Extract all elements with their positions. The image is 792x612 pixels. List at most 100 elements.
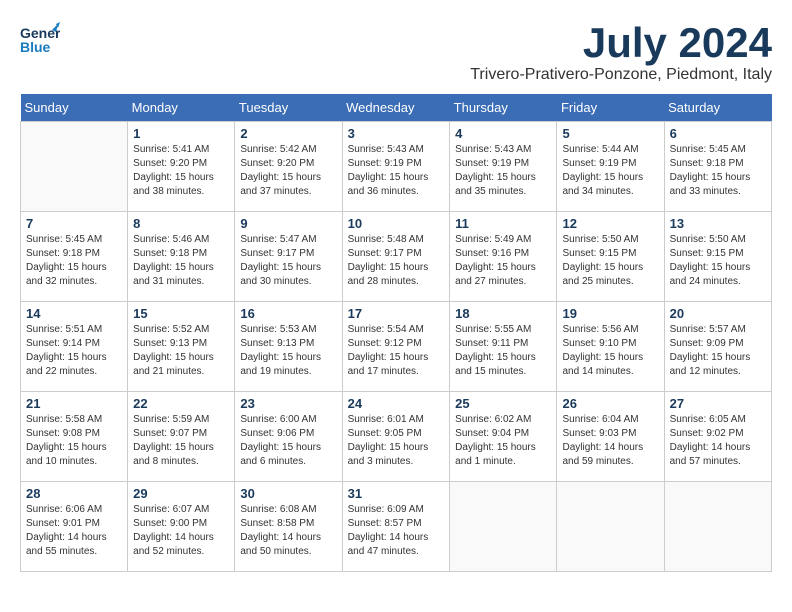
day-info: Sunrise: 5:59 AM Sunset: 9:07 PM Dayligh…	[133, 413, 229, 469]
day-number: 8	[133, 216, 229, 231]
logo: General Blue	[20, 20, 64, 60]
day-info: Sunrise: 5:45 AM Sunset: 9:18 PM Dayligh…	[670, 143, 766, 199]
day-info: Sunrise: 6:01 AM Sunset: 9:05 PM Dayligh…	[348, 413, 445, 469]
month-year-title: July 2024	[470, 20, 772, 66]
day-number: 1	[133, 126, 229, 141]
calendar-cell: 5 Sunrise: 5:44 AM Sunset: 9:19 PM Daylig…	[557, 122, 664, 212]
weekday-header-row: SundayMondayTuesdayWednesdayThursdayFrid…	[21, 94, 772, 122]
day-info: Sunrise: 6:04 AM Sunset: 9:03 PM Dayligh…	[562, 413, 658, 469]
calendar-cell: 20 Sunrise: 5:57 AM Sunset: 9:09 PM Dayli…	[664, 302, 771, 392]
calendar-cell: 31Sunrise: 6:09 AM Sunset: 8:57 PM Dayli…	[342, 482, 450, 572]
calendar-cell: 13 Sunrise: 5:50 AM Sunset: 9:15 PM Dayli…	[664, 212, 771, 302]
day-number: 24	[348, 396, 445, 411]
day-info: Sunrise: 6:00 AM Sunset: 9:06 PM Dayligh…	[240, 413, 336, 469]
day-info: Sunrise: 6:02 AM Sunset: 9:04 PM Dayligh…	[455, 413, 551, 469]
calendar-week-4: 21 Sunrise: 5:58 AM Sunset: 9:08 PM Dayli…	[21, 392, 772, 482]
day-info: Sunrise: 5:42 AM Sunset: 9:20 PM Dayligh…	[240, 143, 336, 199]
day-info: Sunrise: 6:05 AM Sunset: 9:02 PM Dayligh…	[670, 413, 766, 469]
day-number: 5	[562, 126, 658, 141]
day-number: 28	[26, 486, 122, 501]
day-number: 30	[240, 486, 336, 501]
calendar-cell: 23 Sunrise: 6:00 AM Sunset: 9:06 PM Dayli…	[235, 392, 342, 482]
day-info: Sunrise: 5:50 AM Sunset: 9:15 PM Dayligh…	[562, 233, 658, 289]
calendar-week-1: 1 Sunrise: 5:41 AM Sunset: 9:20 PM Daylig…	[21, 122, 772, 212]
calendar-cell: 22 Sunrise: 5:59 AM Sunset: 9:07 PM Dayli…	[128, 392, 235, 482]
day-number: 9	[240, 216, 336, 231]
calendar-cell: 17 Sunrise: 5:54 AM Sunset: 9:12 PM Dayli…	[342, 302, 450, 392]
calendar-cell: 3 Sunrise: 5:43 AM Sunset: 9:19 PM Daylig…	[342, 122, 450, 212]
location-subtitle: Trivero-Prativero-Ponzone, Piedmont, Ita…	[470, 66, 772, 84]
calendar-cell: 30 Sunrise: 6:08 AM Sunset: 8:58 PM Dayli…	[235, 482, 342, 572]
day-number: 10	[348, 216, 445, 231]
day-info: Sunrise: 6:08 AM Sunset: 8:58 PM Dayligh…	[240, 503, 336, 559]
weekday-header-tuesday: Tuesday	[235, 94, 342, 122]
day-number: 12	[562, 216, 658, 231]
day-number: 11	[455, 216, 551, 231]
day-number: 18	[455, 306, 551, 321]
logo-icon: General Blue	[20, 20, 60, 60]
weekday-header-monday: Monday	[128, 94, 235, 122]
day-info: Sunrise: 5:41 AM Sunset: 9:20 PM Dayligh…	[133, 143, 229, 199]
day-number: 14	[26, 306, 122, 321]
day-info: Sunrise: 5:54 AM Sunset: 9:12 PM Dayligh…	[348, 323, 445, 379]
page-header: General Blue July 2024 Trivero-Prativero…	[20, 20, 772, 84]
day-info: Sunrise: 6:09 AM Sunset: 8:57 PM Dayligh…	[348, 503, 445, 559]
calendar-cell: 11 Sunrise: 5:49 AM Sunset: 9:16 PM Dayli…	[450, 212, 557, 302]
day-info: Sunrise: 5:53 AM Sunset: 9:13 PM Dayligh…	[240, 323, 336, 379]
weekday-header-thursday: Thursday	[450, 94, 557, 122]
day-number: 19	[562, 306, 658, 321]
day-info: Sunrise: 5:46 AM Sunset: 9:18 PM Dayligh…	[133, 233, 229, 289]
day-info: Sunrise: 6:07 AM Sunset: 9:00 PM Dayligh…	[133, 503, 229, 559]
calendar-week-3: 14 Sunrise: 5:51 AM Sunset: 9:14 PM Dayli…	[21, 302, 772, 392]
calendar-cell: 14 Sunrise: 5:51 AM Sunset: 9:14 PM Dayli…	[21, 302, 128, 392]
day-info: Sunrise: 6:06 AM Sunset: 9:01 PM Dayligh…	[26, 503, 122, 559]
day-number: 20	[670, 306, 766, 321]
day-number: 25	[455, 396, 551, 411]
day-number: 26	[562, 396, 658, 411]
calendar-cell: 29 Sunrise: 6:07 AM Sunset: 9:00 PM Dayli…	[128, 482, 235, 572]
calendar-cell: 28 Sunrise: 6:06 AM Sunset: 9:01 PM Dayli…	[21, 482, 128, 572]
day-info: Sunrise: 5:43 AM Sunset: 9:19 PM Dayligh…	[455, 143, 551, 199]
calendar-cell: 27 Sunrise: 6:05 AM Sunset: 9:02 PM Dayli…	[664, 392, 771, 482]
calendar-cell: 4 Sunrise: 5:43 AM Sunset: 9:19 PM Daylig…	[450, 122, 557, 212]
day-info: Sunrise: 5:43 AM Sunset: 9:19 PM Dayligh…	[348, 143, 445, 199]
day-number: 21	[26, 396, 122, 411]
day-info: Sunrise: 5:50 AM Sunset: 9:15 PM Dayligh…	[670, 233, 766, 289]
day-info: Sunrise: 5:45 AM Sunset: 9:18 PM Dayligh…	[26, 233, 122, 289]
day-info: Sunrise: 5:52 AM Sunset: 9:13 PM Dayligh…	[133, 323, 229, 379]
day-number: 4	[455, 126, 551, 141]
calendar-cell: 19 Sunrise: 5:56 AM Sunset: 9:10 PM Dayli…	[557, 302, 664, 392]
day-info: Sunrise: 5:48 AM Sunset: 9:17 PM Dayligh…	[348, 233, 445, 289]
calendar-cell: 21 Sunrise: 5:58 AM Sunset: 9:08 PM Dayli…	[21, 392, 128, 482]
day-info: Sunrise: 5:44 AM Sunset: 9:19 PM Dayligh…	[562, 143, 658, 199]
calendar-week-2: 7Sunrise: 5:45 AM Sunset: 9:18 PM Daylig…	[21, 212, 772, 302]
calendar-cell	[664, 482, 771, 572]
day-info: Sunrise: 5:57 AM Sunset: 9:09 PM Dayligh…	[670, 323, 766, 379]
weekday-header-sunday: Sunday	[21, 94, 128, 122]
day-number: 29	[133, 486, 229, 501]
calendar-cell: 24 Sunrise: 6:01 AM Sunset: 9:05 PM Dayli…	[342, 392, 450, 482]
calendar-cell: 18 Sunrise: 5:55 AM Sunset: 9:11 PM Dayli…	[450, 302, 557, 392]
day-info: Sunrise: 5:58 AM Sunset: 9:08 PM Dayligh…	[26, 413, 122, 469]
day-number: 23	[240, 396, 336, 411]
weekday-header-wednesday: Wednesday	[342, 94, 450, 122]
calendar-cell: 8 Sunrise: 5:46 AM Sunset: 9:18 PM Daylig…	[128, 212, 235, 302]
day-info: Sunrise: 5:49 AM Sunset: 9:16 PM Dayligh…	[455, 233, 551, 289]
day-info: Sunrise: 5:47 AM Sunset: 9:17 PM Dayligh…	[240, 233, 336, 289]
day-number: 22	[133, 396, 229, 411]
day-number: 16	[240, 306, 336, 321]
calendar-cell: 2Sunrise: 5:42 AM Sunset: 9:20 PM Daylig…	[235, 122, 342, 212]
day-info: Sunrise: 5:51 AM Sunset: 9:14 PM Dayligh…	[26, 323, 122, 379]
calendar-cell: 6 Sunrise: 5:45 AM Sunset: 9:18 PM Daylig…	[664, 122, 771, 212]
day-number: 17	[348, 306, 445, 321]
day-number: 13	[670, 216, 766, 231]
calendar-cell: 15Sunrise: 5:52 AM Sunset: 9:13 PM Dayli…	[128, 302, 235, 392]
calendar-cell	[21, 122, 128, 212]
calendar-cell: 7Sunrise: 5:45 AM Sunset: 9:18 PM Daylig…	[21, 212, 128, 302]
day-info: Sunrise: 5:56 AM Sunset: 9:10 PM Dayligh…	[562, 323, 658, 379]
day-number: 27	[670, 396, 766, 411]
weekday-header-friday: Friday	[557, 94, 664, 122]
day-number: 6	[670, 126, 766, 141]
day-number: 3	[348, 126, 445, 141]
day-info: Sunrise: 5:55 AM Sunset: 9:11 PM Dayligh…	[455, 323, 551, 379]
